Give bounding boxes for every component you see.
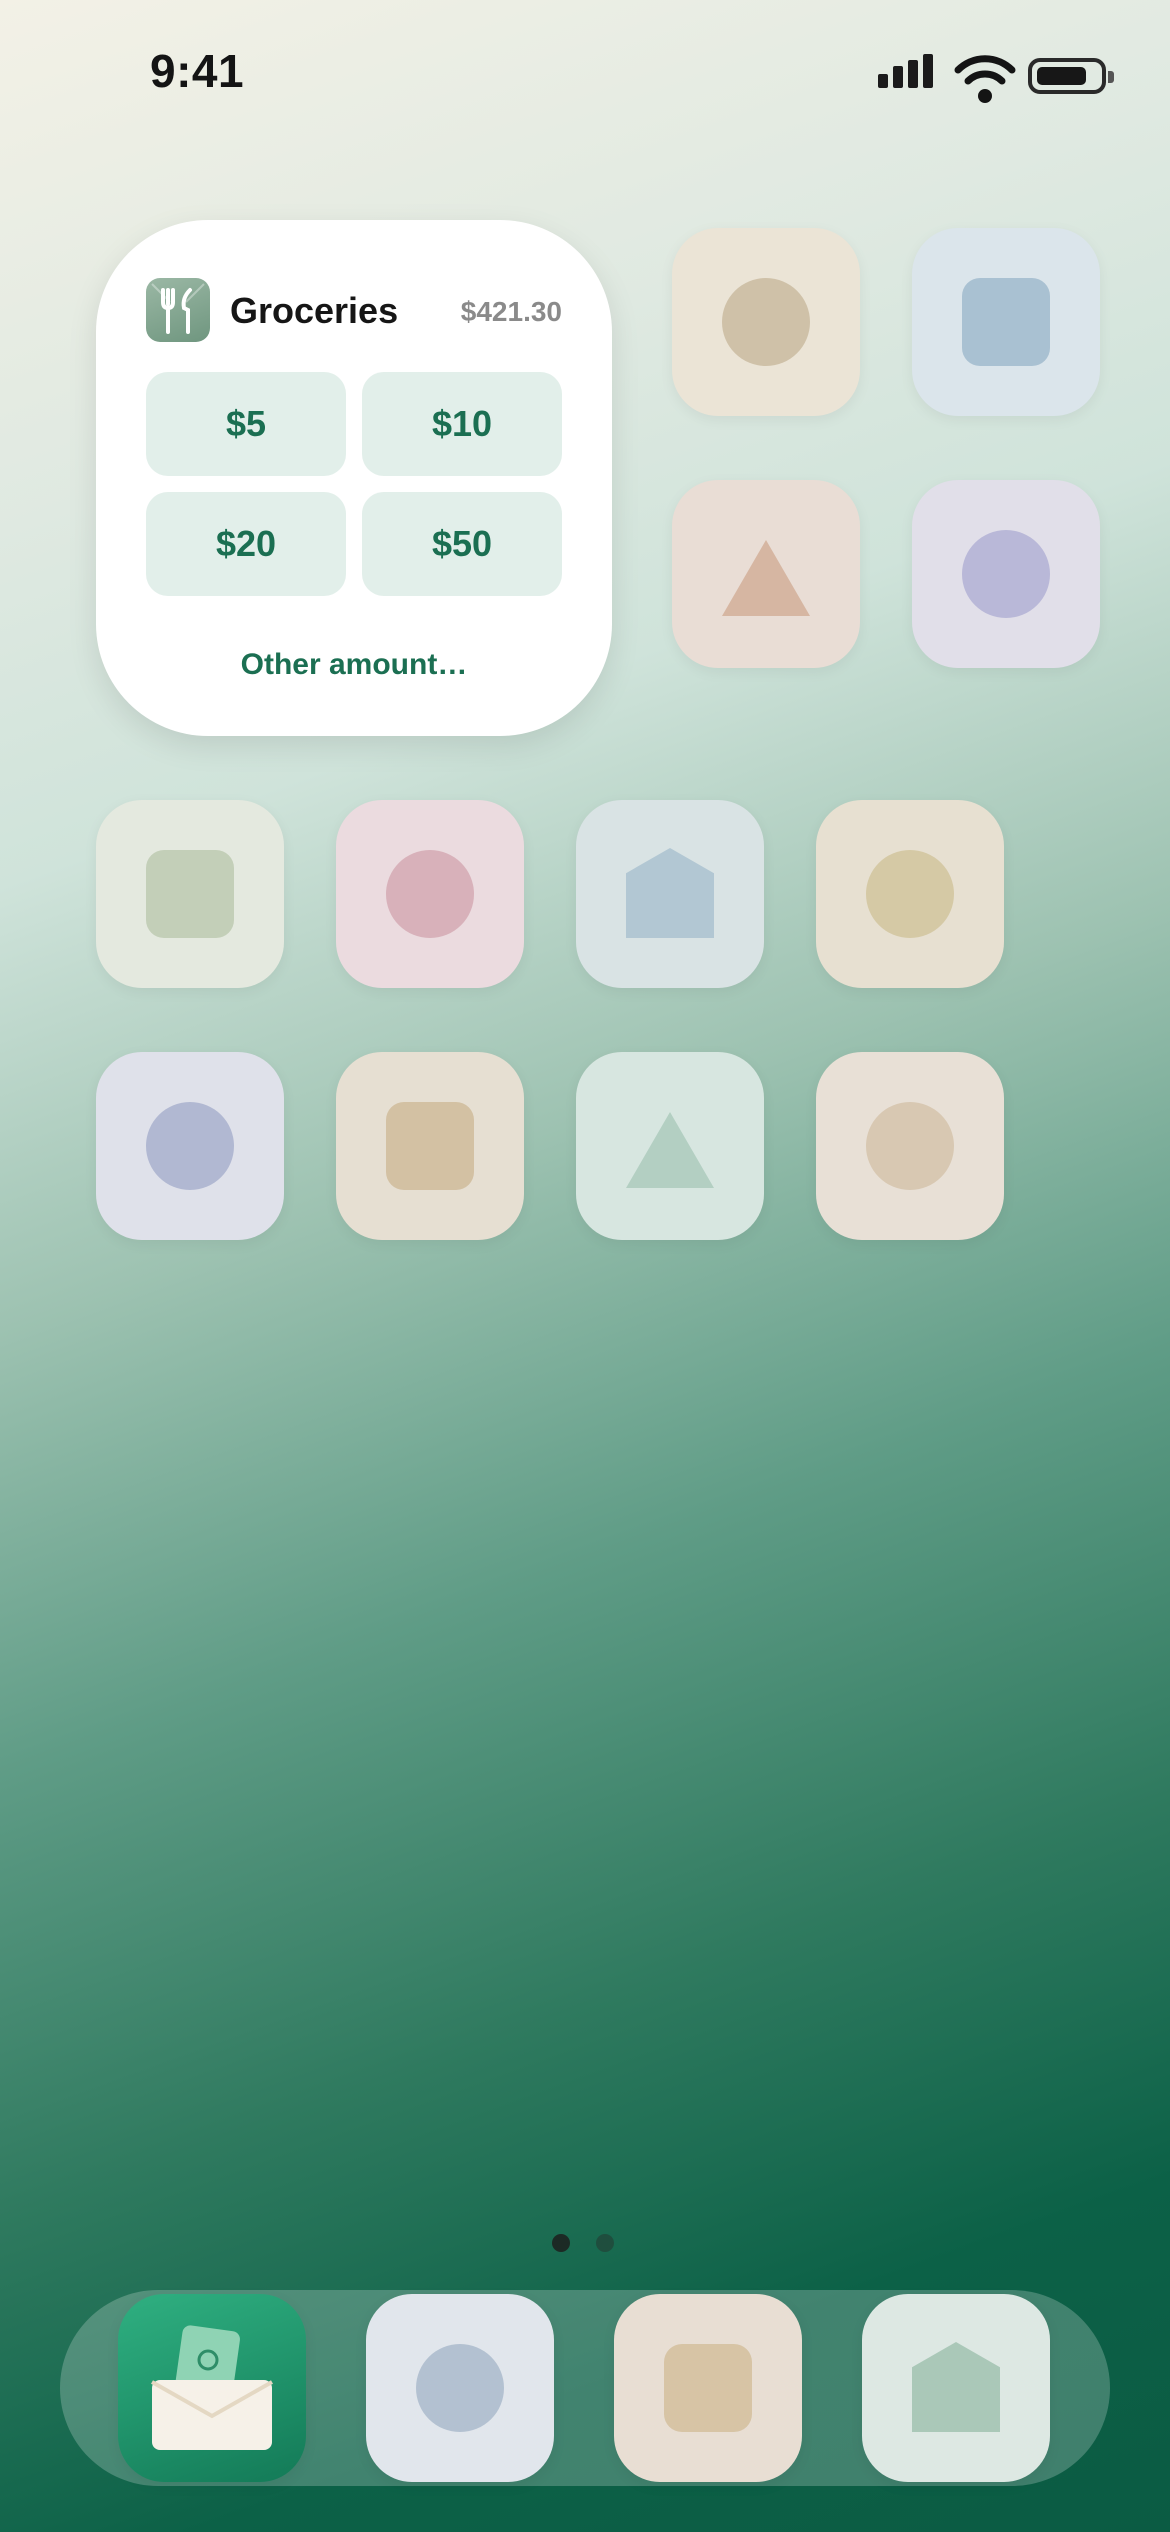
status-time: 9:41: [150, 45, 245, 97]
house-icon: [626, 848, 714, 938]
app-icon[interactable]: [96, 800, 284, 988]
triangle-icon: [722, 540, 810, 616]
groceries-widget[interactable]: Groceries $421.30 $5 $10 $20 $50 Other a…: [96, 220, 612, 736]
circle-icon: [962, 530, 1050, 618]
app-icon[interactable]: [336, 800, 524, 988]
wifi-icon: [954, 55, 1016, 103]
page-dot: [596, 2234, 614, 2252]
amount-button-10[interactable]: $10: [362, 372, 562, 476]
amount-button-5[interactable]: $5: [146, 372, 346, 476]
house-icon: [912, 2342, 1000, 2432]
amount-button-20[interactable]: $20: [146, 492, 346, 596]
cellular-signal-icon: [878, 54, 934, 88]
dock-app-2[interactable]: [366, 2294, 554, 2482]
envelope-money-icon: [151, 2325, 273, 2450]
app-icon[interactable]: [912, 480, 1100, 668]
square-icon: [386, 1102, 474, 1190]
circle-icon: [866, 1102, 954, 1190]
app-icon[interactable]: [816, 800, 1004, 988]
square-icon: [664, 2344, 752, 2432]
circle-icon: [146, 1102, 234, 1190]
widget-title: Groceries: [230, 290, 399, 331]
app-icon[interactable]: [672, 228, 860, 416]
circle-icon: [722, 278, 810, 366]
app-icon[interactable]: [336, 1052, 524, 1240]
app-icon[interactable]: [96, 1052, 284, 1240]
square-icon: [146, 850, 234, 938]
app-icon[interactable]: [672, 480, 860, 668]
dock-app-3[interactable]: [614, 2294, 802, 2482]
triangle-icon: [626, 1112, 714, 1188]
amount-button-50[interactable]: $50: [362, 492, 562, 596]
circle-icon: [866, 850, 954, 938]
circle-icon: [386, 850, 474, 938]
battery-icon: [1028, 58, 1114, 94]
circle-icon: [416, 2344, 504, 2432]
fork-knife-icon: [146, 278, 210, 342]
other-amount-link[interactable]: Other amount…: [96, 648, 612, 682]
dock-app-4[interactable]: [862, 2294, 1050, 2482]
app-icon[interactable]: [576, 1052, 764, 1240]
app-icon[interactable]: [816, 1052, 1004, 1240]
dock: [60, 2290, 1110, 2486]
app-icon[interactable]: [912, 228, 1100, 416]
square-icon: [962, 278, 1050, 366]
widget-balance: $421.30: [460, 296, 562, 327]
app-icon[interactable]: [576, 800, 764, 988]
wallet-envelope-app[interactable]: [118, 2294, 306, 2482]
page-dot-active: [552, 2234, 570, 2252]
